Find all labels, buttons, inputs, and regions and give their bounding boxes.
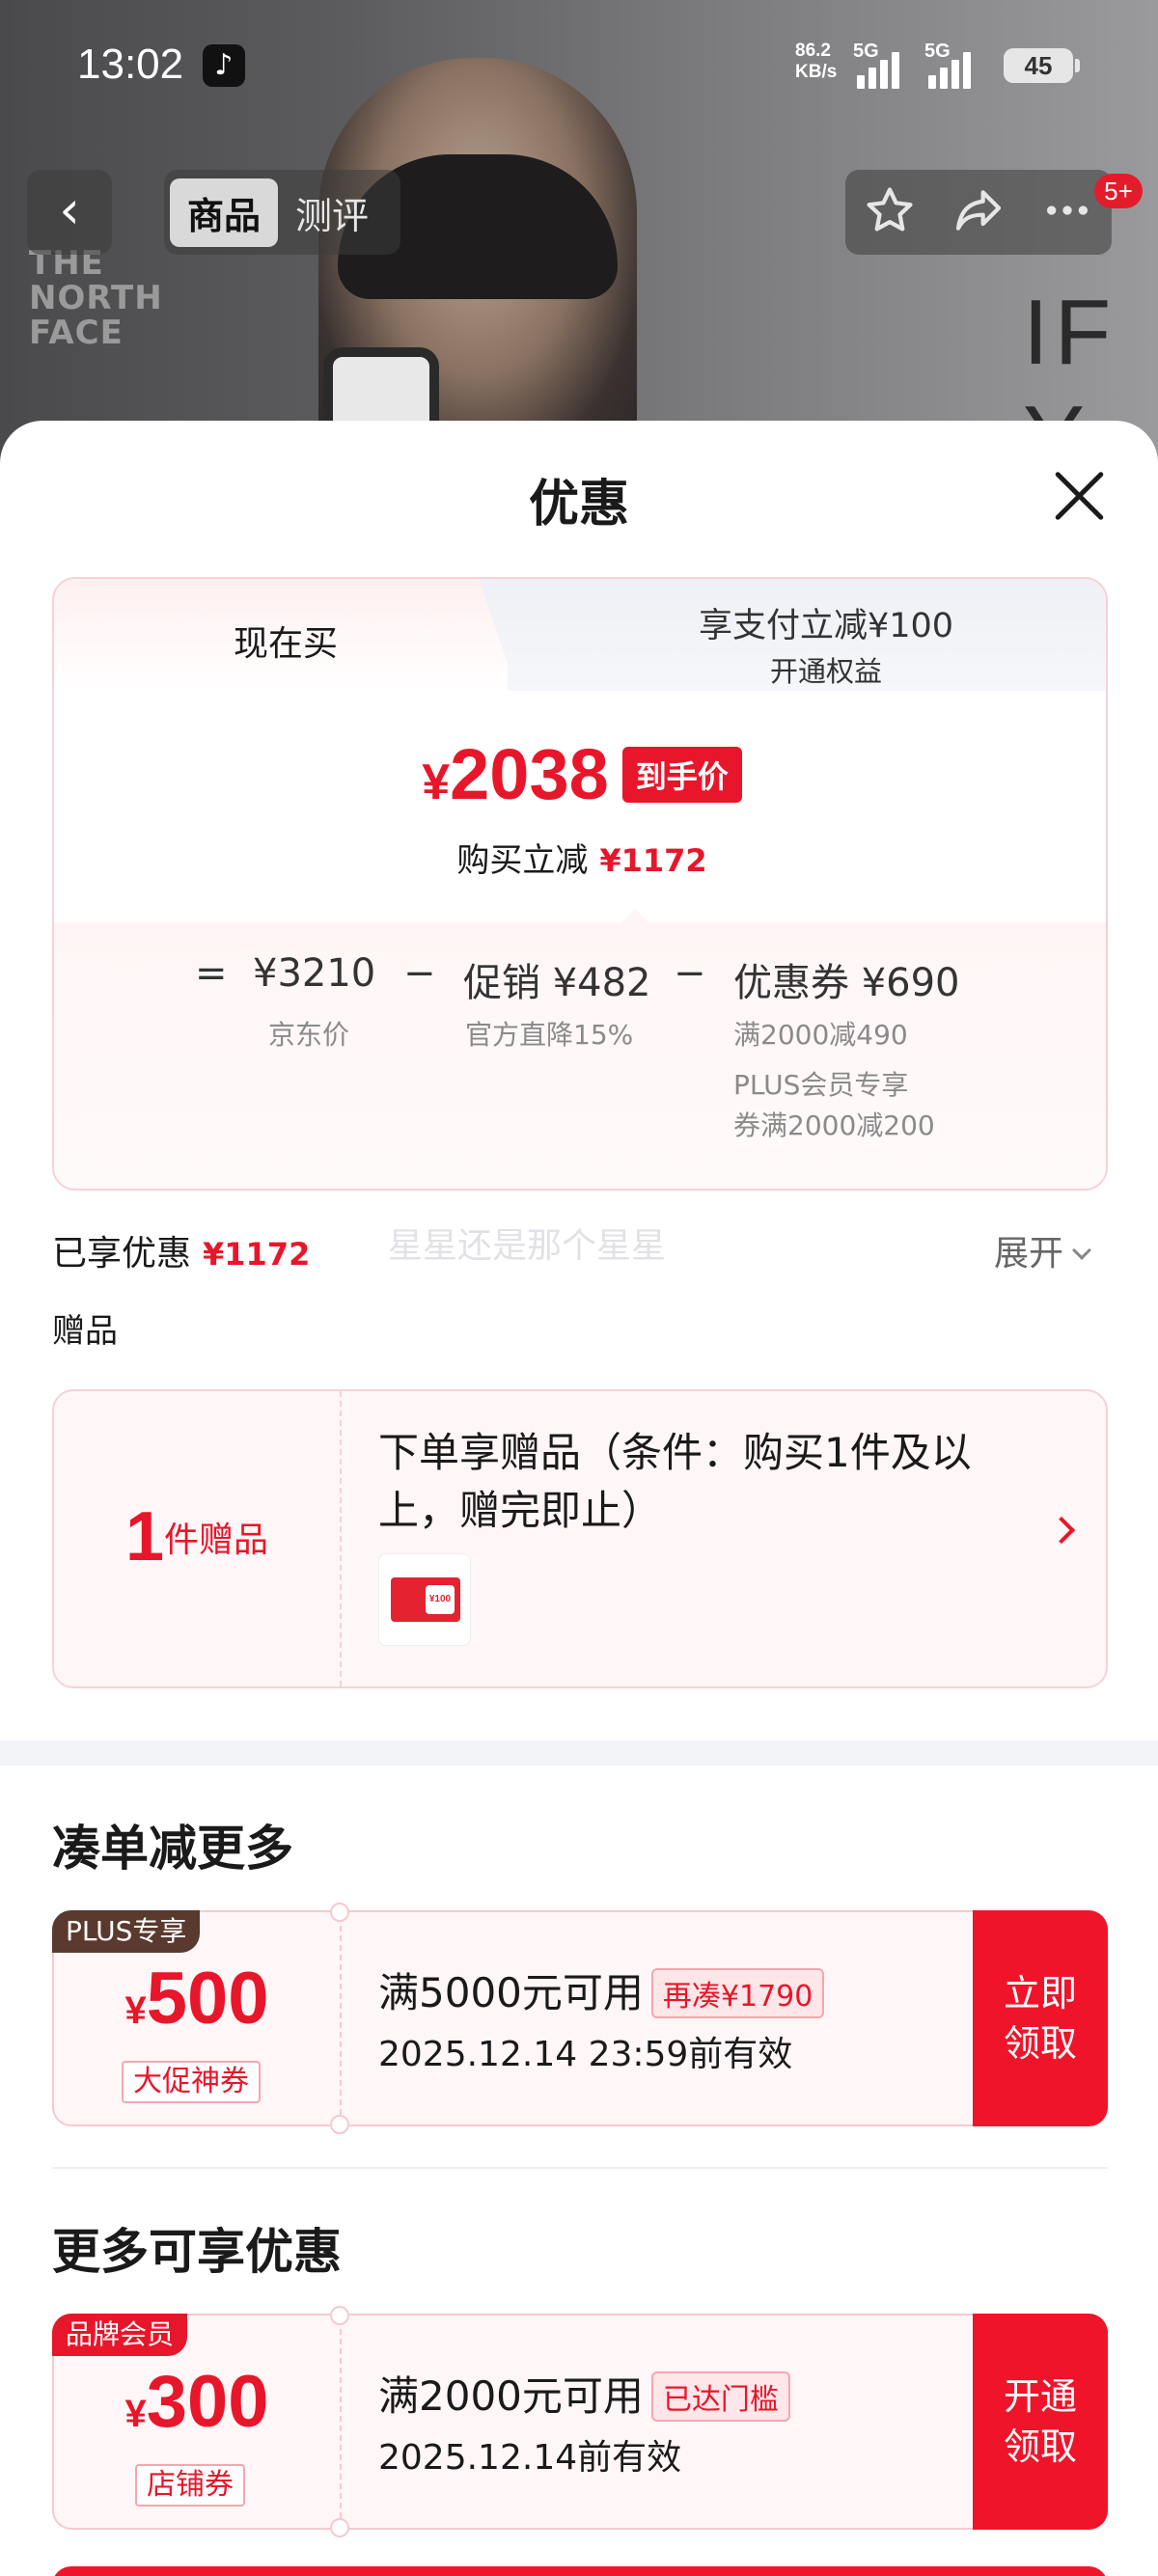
nav-actions xyxy=(845,170,1112,255)
cart-badge: 5+ xyxy=(1094,174,1143,208)
gift-description: 下单享赠品（条件：购买1件及以上，赠完即止） xyxy=(378,1429,972,1534)
expand-button[interactable]: 展开 xyxy=(994,1225,1091,1275)
tab-pay-discount-label: 享支付立减¥100 开通权益 xyxy=(698,607,954,688)
tab-buy-now-label: 现在买 xyxy=(233,624,338,664)
coupon-amount: ¥300 xyxy=(124,2361,269,2443)
star-icon xyxy=(867,187,913,232)
tab-product[interactable]: 商品 xyxy=(170,178,279,247)
back-button[interactable]: ‹ xyxy=(27,170,112,255)
coupon-kind: 大促神券 xyxy=(122,2061,261,2103)
gift-count: 1件赠品 xyxy=(124,1498,269,1576)
activate-claim-button[interactable]: 开通领取 xyxy=(973,2314,1108,2530)
close-button[interactable] xyxy=(1050,467,1108,525)
tiktok-icon: ♪ xyxy=(203,44,245,87)
minus-sign: − xyxy=(674,951,706,996)
back-icon: ‹ xyxy=(59,179,80,240)
bundle-section-title: 凑单减更多 xyxy=(52,1821,293,1877)
promo-value: 促销 ¥482 xyxy=(463,961,651,1005)
jd-price: ¥3210 xyxy=(253,951,376,996)
final-price-tag: 到手价 xyxy=(621,746,742,803)
chevron-down-icon xyxy=(1072,1241,1091,1260)
tab-review[interactable]: 测评 xyxy=(278,178,386,247)
equals-sign: = xyxy=(195,951,228,996)
coupon-card: PLUS专享 ¥500 大促神券 满5000元可用 再凑¥1790 2025.12… xyxy=(52,1903,1108,2134)
enjoyed-discount: 已享优惠 ¥1172 xyxy=(52,1234,311,1274)
minus-sign: − xyxy=(403,951,436,996)
share-button[interactable] xyxy=(951,183,1006,241)
gift-heading: 赠品 xyxy=(52,1312,118,1351)
coupon-pill: 再凑¥1790 xyxy=(650,1967,825,2018)
coupon-value: 优惠券 ¥690 xyxy=(733,961,960,1005)
section-separator xyxy=(0,1740,1158,1766)
coupon-amount: ¥500 xyxy=(124,1958,269,2040)
coupon-validity: 2025.12.14前有效 xyxy=(378,2438,682,2478)
price-card: 现在买 享支付立减¥100 开通权益 ¥2038 到手价 购买立减 ¥1172 = … xyxy=(52,577,1108,1191)
coupon-kind: 店铺券 xyxy=(135,2464,245,2507)
battery-icon: 45 xyxy=(1004,48,1080,83)
more-button[interactable] xyxy=(1040,183,1094,241)
final-price-row: ¥2038 到手价 xyxy=(54,733,1106,815)
favorite-button[interactable] xyxy=(863,183,917,241)
chevron-right-icon xyxy=(1047,1516,1076,1545)
share-icon xyxy=(955,190,1002,231)
brand-logo: THE NORTH FACE xyxy=(29,244,163,352)
jd-price-label: 京东价 xyxy=(268,1019,350,1051)
signal-icon xyxy=(928,50,971,89)
gift-card[interactable]: 1件赠品 下单享赠品（条件：购买1件及以上，赠完即止） ¥100 xyxy=(52,1389,1108,1688)
discount-sheet: 优惠 现在买 享支付立减¥100 开通权益 ¥2038 到手价 购买立减 ¥1172… xyxy=(0,421,1158,2576)
coupon-condition: 满2000元可用 已达门槛 xyxy=(378,2364,790,2425)
final-price: ¥2038 xyxy=(422,734,609,814)
coupon-note: 满2000减490 PLUS会员专享 券满2000减200 xyxy=(733,1019,935,1141)
next-coupon-peek xyxy=(52,2566,1108,2576)
status-bar: 13:02 ♪ 86.2 KB/s 5G 5G 45 xyxy=(0,0,1158,135)
clock: 13:02 xyxy=(77,41,184,88)
more-section-title: 更多可享优惠 xyxy=(52,2224,342,2280)
network-speed: 86.2 KB/s xyxy=(795,41,838,82)
claim-coupon-button[interactable]: 立即领取 xyxy=(973,1910,1108,2126)
coupon-tag: PLUS专享 xyxy=(52,1910,201,1953)
divider xyxy=(52,2167,1108,2169)
signal-icon xyxy=(857,50,899,89)
sheet-title: 优惠 xyxy=(528,476,629,534)
coupon-pill: 已达门槛 xyxy=(650,2370,790,2422)
coupon-card: 品牌会员 ¥300 店铺券 满2000元可用 已达门槛 2025.12.14前有效… xyxy=(52,2306,1108,2537)
more-icon xyxy=(1047,206,1088,215)
gift-thumbnail: ¥100 xyxy=(378,1553,471,1646)
product-tabs: 商品 测评 xyxy=(164,170,400,255)
watermark: 星星还是那个星星 xyxy=(388,1226,667,1266)
coupon-condition: 满5000元可用 再凑¥1790 xyxy=(378,1960,825,2021)
price-breakdown: = ¥3210 京东价 − 促销 ¥482 官方直降15% − 优惠券 ¥690… xyxy=(54,909,1106,1189)
instant-cut: 购买立减 ¥1172 xyxy=(456,841,707,880)
coupon-validity: 2025.12.14 23:59前有效 xyxy=(378,2035,793,2074)
coupon-tag: 品牌会员 xyxy=(52,2314,188,2356)
promo-note: 官方直降15% xyxy=(465,1019,634,1051)
